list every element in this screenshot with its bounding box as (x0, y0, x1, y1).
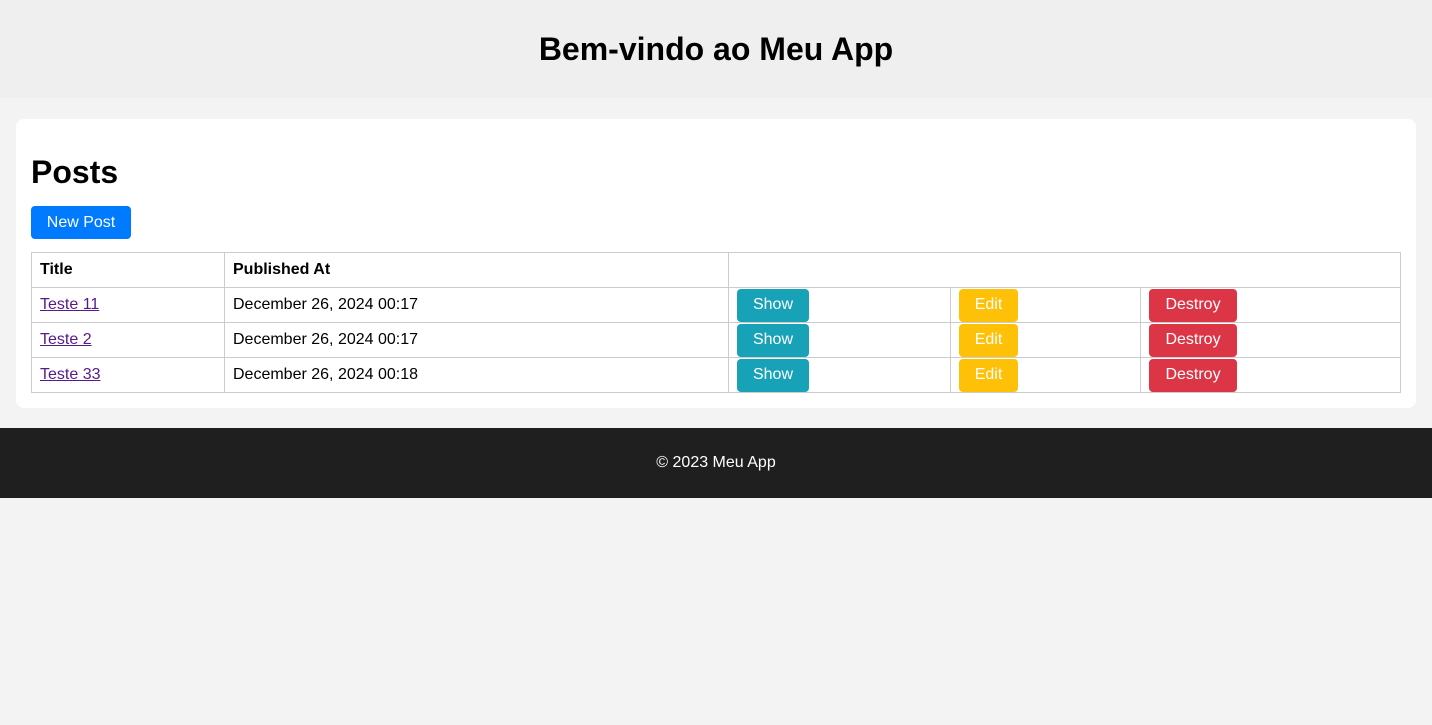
column-header-actions (728, 252, 1401, 288)
edit-button[interactable]: Edit (959, 323, 1018, 357)
cell-destroy: Destroy (1140, 287, 1401, 323)
column-header-published-at: Published At (224, 252, 729, 288)
post-title-link[interactable]: Teste 33 (40, 366, 100, 383)
cell-edit: Edit (950, 287, 1141, 323)
cell-title: Teste 33 (31, 357, 225, 393)
table-header-row: Title Published At (31, 252, 1401, 288)
destroy-button[interactable]: Destroy (1149, 288, 1237, 322)
cell-destroy: Destroy (1140, 357, 1401, 393)
footer-copyright: © 2023 Meu App (656, 454, 776, 471)
cell-show: Show (728, 357, 951, 393)
posts-table: Title Published At Teste 11 December 26,… (31, 252, 1401, 393)
cell-destroy: Destroy (1140, 322, 1401, 358)
cell-published-at: December 26, 2024 00:17 (224, 322, 729, 358)
site-header: Bem-vindo ao Meu App (0, 0, 1432, 98)
site-title: Bem-vindo ao Meu App (538, 30, 894, 67)
site-footer: © 2023 Meu App (0, 428, 1432, 498)
cell-edit: Edit (950, 357, 1141, 393)
cell-published-at: December 26, 2024 00:18 (224, 357, 729, 393)
edit-button[interactable]: Edit (959, 358, 1018, 392)
show-button[interactable]: Show (737, 358, 809, 392)
show-button[interactable]: Show (737, 323, 809, 357)
table-row: Teste 11 December 26, 2024 00:17 Show Ed… (31, 287, 1401, 323)
destroy-button[interactable]: Destroy (1149, 358, 1237, 392)
cell-title: Teste 11 (31, 287, 225, 323)
table-row: Teste 2 December 26, 2024 00:17 Show Edi… (31, 322, 1401, 358)
edit-button[interactable]: Edit (959, 288, 1018, 322)
cell-show: Show (728, 322, 951, 358)
post-title-link[interactable]: Teste 11 (40, 296, 99, 313)
cell-show: Show (728, 287, 951, 323)
destroy-button[interactable]: Destroy (1149, 323, 1237, 357)
column-header-title: Title (31, 252, 225, 288)
table-row: Teste 33 December 26, 2024 00:18 Show Ed… (31, 357, 1401, 393)
post-title-link[interactable]: Teste 2 (40, 331, 92, 348)
posts-card: Posts New Post Title Published At Teste … (16, 119, 1416, 408)
cell-published-at: December 26, 2024 00:17 (224, 287, 729, 323)
page-title: Posts (31, 154, 119, 190)
cell-title: Teste 2 (31, 322, 225, 358)
cell-edit: Edit (950, 322, 1141, 358)
new-post-button[interactable]: New Post (31, 206, 131, 239)
show-button[interactable]: Show (737, 288, 809, 322)
